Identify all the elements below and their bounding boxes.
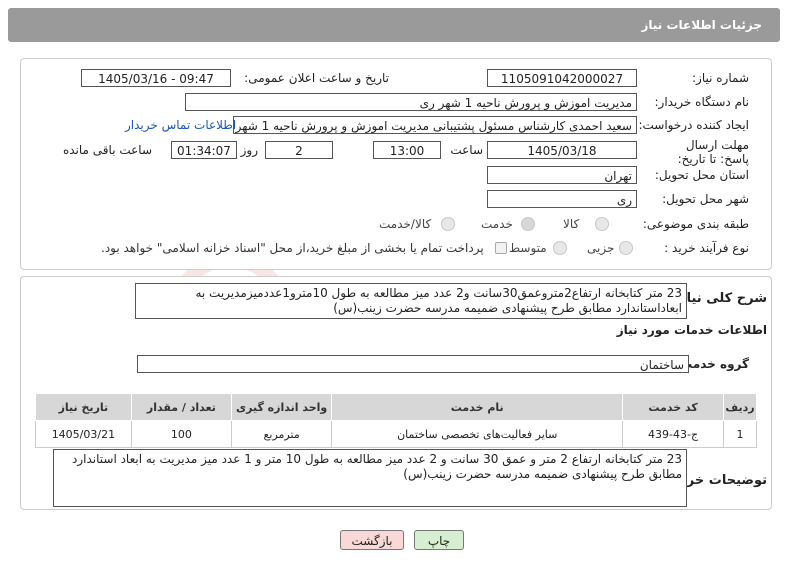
deadline-time-field: 13:00	[373, 141, 441, 159]
category-option-goods: کالا	[563, 217, 580, 231]
col-service-code: کد خدمت	[622, 393, 725, 421]
announce-field: 1405/03/16 - 09:47	[81, 69, 231, 87]
category-option-service: خدمت	[481, 217, 513, 231]
category-option-goods-service: کالا/خدمت	[379, 217, 432, 231]
buyer-org-label: نام دستگاه خریدار:	[654, 95, 750, 109]
details-section: شرح کلی نیاز: 23 متر کتابخانه ارتفاع2متر…	[20, 276, 772, 510]
deadline-label: مهلت ارسال پاسخ: تا تاریخ:	[677, 138, 749, 166]
process-option-medium: متوسط	[509, 241, 547, 255]
col-row: ردیف	[723, 393, 757, 421]
province-field: تهران	[487, 166, 637, 184]
category-radio-goods-service[interactable]	[441, 217, 455, 231]
process-option-minor: جزیی	[587, 241, 615, 255]
creator-label: ایجاد کننده درخواست:	[638, 118, 749, 132]
page-header: جزئیات اطلاعات نیاز	[8, 8, 780, 42]
contact-buyer-link[interactable]: اطلاعات تماس خریدار	[125, 118, 236, 132]
remaining-time-field: 01:34:07	[171, 141, 237, 159]
cell-service-code: ج-43-439	[622, 420, 725, 448]
services-section-title: اطلاعات خدمات مورد نیاز	[616, 323, 767, 337]
announce-label: تاریخ و ساعت اعلان عمومی:	[244, 71, 389, 85]
print-button[interactable]: چاپ	[414, 530, 464, 550]
process-label: نوع فرآیند خرید :	[664, 241, 749, 255]
days-field: 2	[265, 141, 333, 159]
cell-unit: مترمربع	[230, 420, 333, 448]
cell-need-date: 1405/03/21	[35, 420, 132, 448]
category-label: طبقه بندی موضوعی:	[642, 217, 749, 231]
payment-note: پرداخت تمام یا بخشی از مبلغ خرید،از محل …	[101, 241, 484, 255]
province-label: استان محل تحویل:	[654, 168, 749, 182]
service-group-field: ساختمان	[137, 355, 689, 373]
table-row: 1 ج-43-439 سایر فعالیت‌های تخصصی ساختمان…	[35, 420, 757, 448]
summary-textarea[interactable]: 23 متر کتابخانه ارتفاع2مترو‌عمق30سانت و2…	[135, 283, 687, 319]
col-quantity: تعداد / مقدار	[130, 393, 232, 421]
category-radio-service[interactable]	[521, 217, 535, 231]
col-unit: واحد اندازه گیری	[230, 393, 333, 421]
services-table: ردیف کد خدمت نام خدمت واحد اندازه گیری ت…	[35, 393, 757, 448]
buyer-notes-textarea[interactable]: 23 متر کتابخانه ارتفاع 2 متر و عمق 30 سا…	[53, 449, 687, 507]
need-info-panel: شماره نیاز: 1105091042000027 تاریخ و ساع…	[20, 58, 772, 270]
cell-service-name: سایر فعالیت‌های تخصصی ساختمان	[331, 420, 624, 448]
buyer-org-field: مدیریت اموزش و پرورش ناحیه 1 شهر ری	[185, 93, 637, 111]
need-number-label: شماره نیاز:	[692, 71, 749, 85]
process-radio-medium[interactable]	[553, 241, 567, 255]
col-service-name: نام خدمت	[331, 393, 624, 421]
hour-label: ساعت	[450, 143, 483, 157]
city-label: شهر محل تحویل:	[662, 192, 749, 206]
remaining-label: ساعت باقی مانده	[62, 143, 152, 157]
treasury-checkbox[interactable]	[495, 242, 507, 254]
cell-quantity: 100	[130, 420, 232, 448]
summary-label: شرح کلی نیاز:	[673, 291, 767, 306]
page-title: جزئیات اطلاعات نیاز	[641, 18, 762, 32]
creator-field: سعید احمدی کارشناس مسئول پشتیبانی مدیریت…	[233, 116, 637, 134]
need-number-field: 1105091042000027	[487, 69, 637, 87]
city-field: ری	[487, 190, 637, 208]
process-radio-minor[interactable]	[619, 241, 633, 255]
deadline-date-field: 1405/03/18	[487, 141, 637, 159]
back-button[interactable]: بازگشت	[340, 530, 404, 550]
services-table-header: ردیف کد خدمت نام خدمت واحد اندازه گیری ت…	[35, 393, 757, 421]
category-radio-goods[interactable]	[595, 217, 609, 231]
col-need-date: تاریخ نیاز	[35, 393, 132, 421]
cell-row: 1	[723, 420, 757, 448]
